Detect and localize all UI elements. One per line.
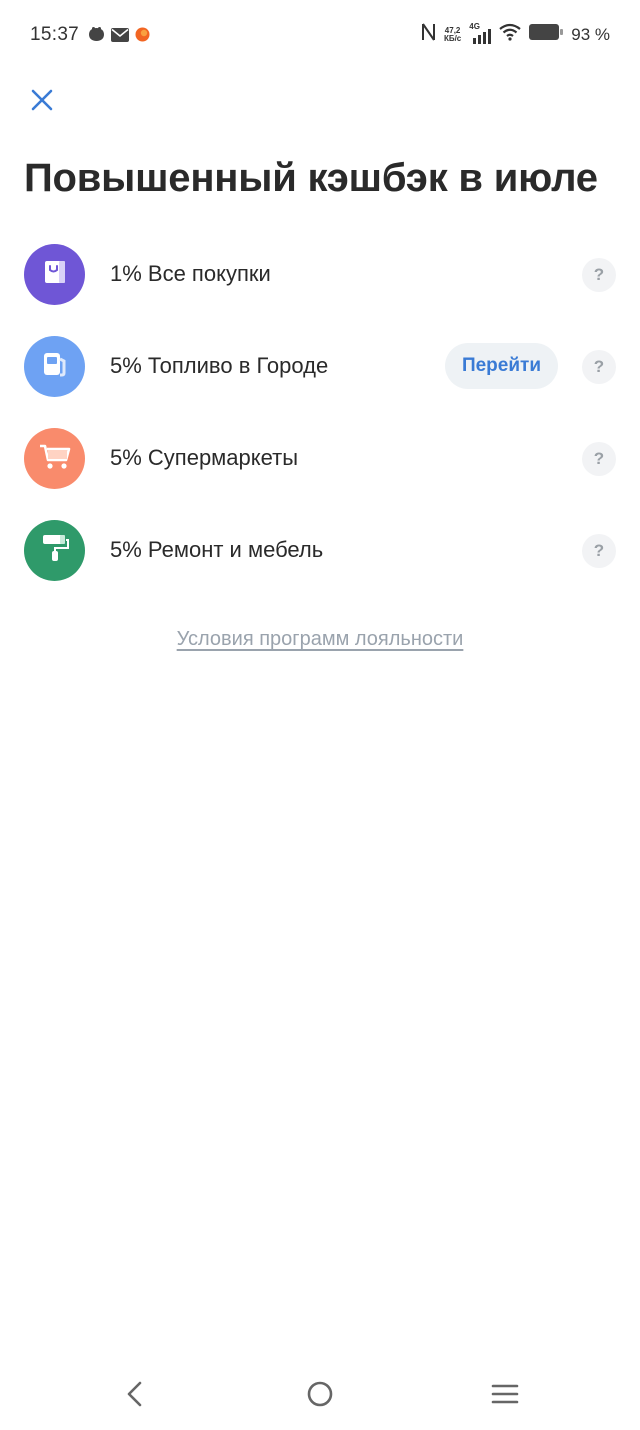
cashback-item-fuel[interactable]: 5% Топливо в Городе Перейти ? (0, 320, 640, 412)
vk-icon (88, 27, 105, 47)
system-nav-bar (0, 1360, 640, 1430)
page-title: Повышенный кэшбэк в июле (24, 156, 598, 200)
menu-icon (491, 1382, 519, 1411)
network-speed-unit: КБ/с (443, 33, 462, 43)
cashback-label: 5% Супермаркеты (110, 445, 299, 470)
help-button[interactable]: ? (582, 350, 616, 384)
shopping-bag-icon (41, 258, 69, 291)
battery-percent: 93 % (571, 24, 610, 44)
paint-roller-icon (40, 532, 70, 569)
help-button[interactable]: ? (582, 442, 616, 476)
back-icon (125, 1381, 145, 1412)
cashback-list: 1% Все покупки ? 5% Топливо в Городе Пер… (0, 228, 640, 596)
home-icon (306, 1380, 334, 1413)
signal-icon: 4G (469, 22, 492, 45)
help-button[interactable]: ? (582, 534, 616, 568)
status-notification-icons (88, 27, 150, 47)
cashback-label: 1% Все покупки (110, 261, 271, 286)
status-bar: 15:37 47,2 КБ/с 4G 93 % (0, 0, 640, 72)
recents-button[interactable] (483, 1374, 527, 1418)
go-button[interactable]: Перейти (444, 343, 558, 389)
category-icon-circle (24, 336, 85, 397)
status-time: 15:37 (30, 24, 80, 45)
close-button[interactable] (26, 86, 58, 118)
close-icon (31, 89, 53, 116)
cart-icon (38, 441, 72, 476)
loyalty-terms-link-wrapper: Условия программ лояльности (0, 628, 640, 651)
cashback-item-all-purchases[interactable]: 1% Все покупки ? (0, 228, 640, 320)
back-button[interactable] (113, 1374, 157, 1418)
orange-app-icon (135, 27, 150, 47)
category-icon-circle (24, 428, 85, 489)
network-speed: 47,2 КБ/с (443, 26, 462, 43)
fuel-pump-icon (40, 349, 70, 384)
category-icon-circle (24, 520, 85, 581)
help-button[interactable]: ? (582, 258, 616, 292)
nfc-icon (421, 22, 436, 47)
cashback-item-repair-furniture[interactable]: 5% Ремонт и мебель ? (0, 504, 640, 596)
cashback-label: 5% Ремонт и мебель (110, 537, 324, 562)
cashback-label: 5% Топливо в Городе (110, 353, 329, 378)
battery-icon (529, 23, 564, 46)
wifi-icon (499, 23, 521, 46)
cashback-item-supermarkets[interactable]: 5% Супермаркеты ? (0, 412, 640, 504)
status-right-icons: 47,2 КБ/с 4G 93 % (421, 22, 610, 47)
mail-icon (111, 27, 129, 47)
home-button[interactable] (298, 1374, 342, 1418)
loyalty-terms-link[interactable]: Условия программ лояльности (177, 628, 464, 650)
category-icon-circle (24, 244, 85, 305)
